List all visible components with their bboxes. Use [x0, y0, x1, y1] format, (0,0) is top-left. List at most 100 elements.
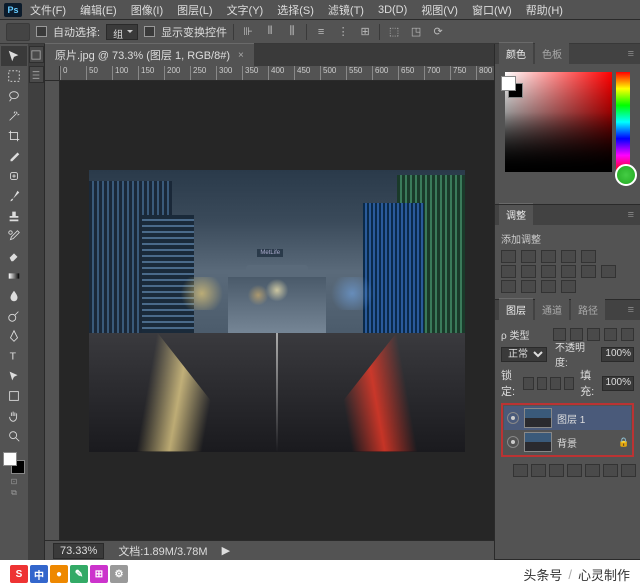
- show-transform-checkbox[interactable]: [144, 26, 155, 37]
- layer-thumb[interactable]: [524, 432, 552, 452]
- close-tab-icon[interactable]: ×: [238, 50, 244, 61]
- 3d-mode-icon[interactable]: ⟳: [430, 24, 446, 40]
- stamp-tool[interactable]: [1, 206, 27, 226]
- color-tab[interactable]: 颜色: [499, 42, 533, 64]
- lock-pos-icon[interactable]: [550, 377, 560, 390]
- taskbar-icon[interactable]: ✎: [70, 565, 88, 583]
- document-tab[interactable]: 原片.jpg @ 73.3% (图层 1, RGB/8#) ×: [45, 43, 254, 66]
- taskbar-icon[interactable]: ⊞: [90, 565, 108, 583]
- invert-icon[interactable]: [601, 265, 616, 278]
- curves-icon[interactable]: [541, 250, 556, 263]
- delete-layer-icon[interactable]: [621, 464, 636, 477]
- menu-image[interactable]: 图像(I): [125, 0, 169, 20]
- align-center-icon[interactable]: ⫴: [262, 24, 278, 40]
- layer-item[interactable]: 图层 1: [504, 406, 631, 430]
- hand-tool[interactable]: [1, 406, 27, 426]
- blend-mode-select[interactable]: 正常: [501, 347, 547, 362]
- taskbar-icon[interactable]: 中: [30, 565, 48, 583]
- layer-item[interactable]: 背景 🔒: [504, 430, 631, 454]
- menu-3d[interactable]: 3D(D): [372, 2, 413, 18]
- taskbar-icon[interactable]: ⚙: [110, 565, 128, 583]
- panel-menu-icon[interactable]: ≡: [622, 44, 640, 64]
- posterize-icon[interactable]: [501, 280, 516, 293]
- type-tool[interactable]: T: [1, 346, 27, 366]
- mask-icon[interactable]: [549, 464, 564, 477]
- fg-bg-swatch[interactable]: [501, 76, 523, 98]
- hue-icon[interactable]: [501, 265, 516, 278]
- bw-icon[interactable]: [521, 265, 536, 278]
- layer-name[interactable]: 图层 1: [557, 411, 585, 426]
- eyedropper-tool[interactable]: [1, 146, 27, 166]
- blur-tool[interactable]: [1, 286, 27, 306]
- quickmask-icon[interactable]: ⊡: [8, 476, 20, 486]
- screenmode-icon[interactable]: ⧉: [8, 488, 20, 498]
- lasso-tool[interactable]: [1, 86, 27, 106]
- lock-all-icon[interactable]: [564, 377, 574, 390]
- path-select-tool[interactable]: [1, 366, 27, 386]
- brightness-icon[interactable]: [501, 250, 516, 263]
- group-icon[interactable]: [585, 464, 600, 477]
- filter-smart-icon[interactable]: [621, 328, 634, 341]
- heal-tool[interactable]: [1, 166, 27, 186]
- dodge-tool[interactable]: [1, 306, 27, 326]
- zoom-tool[interactable]: [1, 426, 27, 446]
- photo-filter-icon[interactable]: [541, 265, 556, 278]
- channel-mixer-icon[interactable]: [561, 265, 576, 278]
- panel-menu-icon[interactable]: ≡: [622, 300, 640, 320]
- tool-preset-icon[interactable]: [6, 23, 30, 41]
- ruler-origin[interactable]: [45, 66, 60, 81]
- link-layers-icon[interactable]: [513, 464, 528, 477]
- lock-pixels-icon[interactable]: [537, 377, 547, 390]
- visibility-icon[interactable]: [507, 436, 519, 448]
- color-swatch[interactable]: [3, 452, 25, 474]
- menu-file[interactable]: 文件(F): [24, 0, 72, 20]
- color-field[interactable]: [505, 72, 612, 172]
- opacity-value[interactable]: 100%: [601, 347, 634, 362]
- menu-filter[interactable]: 滤镜(T): [322, 0, 370, 20]
- lock-trans-icon[interactable]: [523, 377, 533, 390]
- fill-value[interactable]: 100%: [602, 376, 634, 391]
- crop-tool[interactable]: [1, 126, 27, 146]
- auto-select-checkbox[interactable]: [36, 26, 47, 37]
- status-arrow-icon[interactable]: ▶: [222, 544, 230, 557]
- menu-layer[interactable]: 图层(L): [171, 0, 218, 20]
- distribute-icon[interactable]: ⊞: [357, 24, 373, 40]
- selective-color-icon[interactable]: [561, 280, 576, 293]
- menu-view[interactable]: 视图(V): [415, 0, 464, 20]
- taskbar-icon[interactable]: S: [10, 565, 28, 583]
- adjustments-tab[interactable]: 调整: [499, 203, 533, 225]
- levels-icon[interactable]: [521, 250, 536, 263]
- brush-tool[interactable]: [1, 186, 27, 206]
- taskbar-icon[interactable]: ●: [50, 565, 68, 583]
- fx-icon[interactable]: [531, 464, 546, 477]
- zoom-level[interactable]: 73.33%: [53, 543, 104, 559]
- 3d-mode-icon[interactable]: ⬚: [386, 24, 402, 40]
- 3d-mode-icon[interactable]: ◳: [408, 24, 424, 40]
- hue-slider[interactable]: [616, 72, 630, 172]
- adjustment-layer-icon[interactable]: [567, 464, 582, 477]
- marquee-tool[interactable]: [1, 66, 27, 86]
- paths-tab[interactable]: 路径: [571, 299, 605, 320]
- move-tool[interactable]: [1, 46, 27, 66]
- pen-tool[interactable]: [1, 326, 27, 346]
- shape-tool[interactable]: [1, 386, 27, 406]
- layer-name[interactable]: 背景: [557, 435, 577, 450]
- threshold-icon[interactable]: [521, 280, 536, 293]
- lut-icon[interactable]: [581, 265, 596, 278]
- align-left-icon[interactable]: ⊪: [240, 24, 256, 40]
- channels-tab[interactable]: 通道: [535, 299, 569, 320]
- menu-window[interactable]: 窗口(W): [466, 0, 518, 20]
- filter-kind-label[interactable]: ρ 类型: [501, 327, 529, 342]
- menu-edit[interactable]: 编辑(E): [74, 0, 123, 20]
- history-panel-icon[interactable]: [29, 46, 44, 63]
- visibility-icon[interactable]: [507, 412, 519, 424]
- history-brush-tool[interactable]: [1, 226, 27, 246]
- layer-thumb[interactable]: [524, 408, 552, 428]
- new-layer-icon[interactable]: [603, 464, 618, 477]
- filter-shape-icon[interactable]: [604, 328, 617, 341]
- eraser-tool[interactable]: [1, 246, 27, 266]
- distribute-icon[interactable]: ≡: [313, 24, 329, 40]
- ruler-horizontal[interactable]: 0501001502002503003504004505005506006507…: [60, 66, 494, 81]
- menu-type[interactable]: 文字(Y): [221, 0, 270, 20]
- layers-tab[interactable]: 图层: [499, 298, 533, 320]
